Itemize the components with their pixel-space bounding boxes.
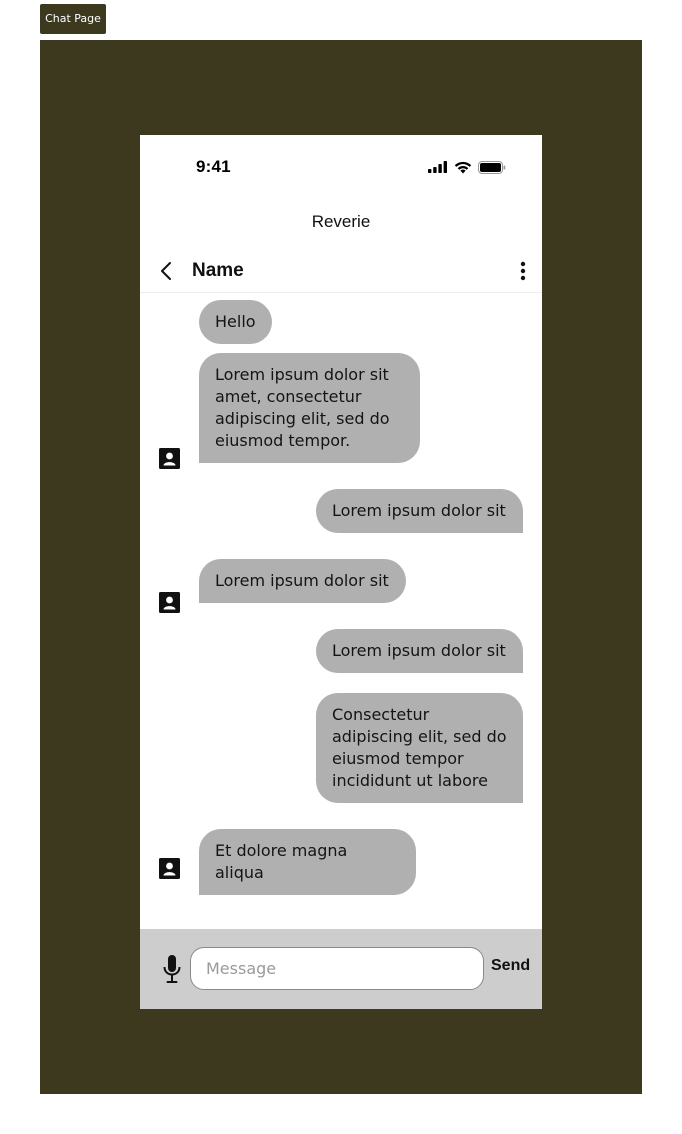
chat-header: Name xyxy=(140,251,542,293)
message-incoming: Hello xyxy=(199,300,272,344)
battery-icon xyxy=(478,160,506,174)
cellular-signal-icon xyxy=(428,161,447,173)
message-composer: Send xyxy=(140,929,542,1009)
message-input[interactable] xyxy=(190,947,484,990)
message-outgoing: Lorem ipsum dolor sit xyxy=(316,489,523,533)
more-vertical-icon[interactable] xyxy=(516,260,530,282)
contact-name: Name xyxy=(192,260,244,281)
app-title: Reverie xyxy=(311,212,371,231)
send-button[interactable]: Send xyxy=(491,957,530,975)
message-outgoing: Consectetur adipiscing elit, sed do eius… xyxy=(316,693,523,803)
contact-avatar-icon xyxy=(159,448,180,469)
message-outgoing: Lorem ipsum dolor sit xyxy=(316,629,523,673)
contact-avatar-icon xyxy=(159,592,180,613)
status-icons xyxy=(428,160,506,174)
wifi-icon xyxy=(454,161,472,173)
page-tag: Chat Page xyxy=(40,4,106,34)
contact-avatar-icon xyxy=(159,858,180,879)
message-incoming: Et dolore magna aliqua xyxy=(199,829,416,895)
chevron-left-icon[interactable] xyxy=(156,260,178,282)
microphone-icon[interactable] xyxy=(162,954,182,984)
message-incoming: Lorem ipsum dolor sit amet, consectetur … xyxy=(199,353,420,463)
phone-screen: 9:41 Reverie Name Hello Lorem ipsum dolo… xyxy=(140,135,542,1009)
status-time: 9:41 xyxy=(196,157,231,176)
message-incoming: Lorem ipsum dolor sit xyxy=(199,559,406,603)
